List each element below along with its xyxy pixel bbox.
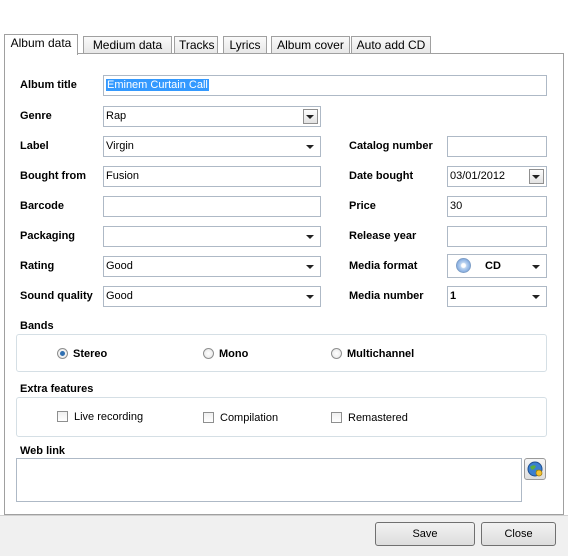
date-bought-value: 03/01/2012 bbox=[450, 170, 506, 182]
media-number-value: 1 bbox=[450, 290, 457, 302]
tab-medium-data[interactable]: Medium data bbox=[83, 36, 172, 54]
chevron-down-icon bbox=[306, 265, 314, 269]
tab-bar: Album data Medium data Tracks Lyrics Alb… bbox=[4, 34, 564, 55]
radio-icon bbox=[331, 348, 342, 359]
radio-mono[interactable]: Mono bbox=[203, 348, 248, 361]
chevron-down-icon bbox=[306, 235, 314, 239]
date-bought-picker[interactable]: 03/01/2012 bbox=[447, 166, 547, 187]
genre-dropdown-button[interactable] bbox=[303, 109, 318, 124]
rating-label: Rating bbox=[20, 260, 55, 272]
media-format-label: Media format bbox=[349, 260, 418, 272]
media-format-select[interactable]: CD bbox=[447, 254, 547, 278]
radio-multichannel[interactable]: Multichannel bbox=[331, 348, 414, 361]
catalog-number-input[interactable] bbox=[447, 136, 547, 157]
checkbox-icon bbox=[57, 411, 68, 422]
album-title-value: Eminem Curtain Call bbox=[106, 79, 209, 91]
radio-multichannel-label: Multichannel bbox=[347, 348, 415, 360]
radio-icon bbox=[203, 348, 214, 359]
sound-quality-value: Good bbox=[106, 290, 133, 302]
tab-album-data[interactable]: Album data bbox=[4, 34, 78, 55]
remastered-label: Remastered bbox=[348, 412, 408, 424]
label-value: Virgin bbox=[106, 140, 134, 152]
live-recording-label: Live recording bbox=[74, 411, 144, 423]
media-format-value: CD bbox=[485, 260, 501, 272]
cd-icon bbox=[456, 258, 471, 273]
extra-features-label: Extra features bbox=[20, 383, 94, 395]
album-title-label: Album title bbox=[20, 79, 77, 91]
catalog-number-label: Catalog number bbox=[349, 140, 433, 152]
tab-album-cover[interactable]: Album cover bbox=[271, 36, 350, 54]
chevron-down-icon bbox=[532, 175, 540, 179]
close-button[interactable]: Close bbox=[481, 522, 556, 546]
bands-label: Bands bbox=[20, 320, 54, 332]
sound-quality-label: Sound quality bbox=[20, 290, 93, 302]
release-year-input[interactable] bbox=[447, 226, 547, 247]
album-title-input[interactable]: Eminem Curtain Call bbox=[103, 75, 547, 96]
packaging-label: Packaging bbox=[20, 230, 76, 242]
checkbox-live-recording[interactable]: Live recording bbox=[57, 411, 143, 424]
radio-stereo-label: Stereo bbox=[73, 348, 108, 360]
bought-from-input[interactable]: Fusion bbox=[103, 166, 321, 187]
chevron-down-icon bbox=[532, 295, 540, 299]
label-select[interactable]: Virgin bbox=[103, 136, 321, 157]
price-input[interactable]: 30 bbox=[447, 196, 547, 217]
bought-from-label: Bought from bbox=[20, 170, 86, 182]
price-value: 30 bbox=[450, 200, 463, 212]
tab-lyrics[interactable]: Lyrics bbox=[223, 36, 267, 54]
date-bought-label: Date bought bbox=[349, 170, 414, 182]
save-button[interactable]: Save bbox=[375, 522, 475, 546]
checkbox-icon bbox=[203, 412, 214, 423]
radio-stereo[interactable]: Stereo bbox=[57, 348, 107, 361]
open-web-link-button[interactable] bbox=[524, 458, 546, 480]
chevron-down-icon bbox=[532, 265, 540, 269]
tab-tracks[interactable]: Tracks bbox=[174, 36, 218, 54]
barcode-input[interactable] bbox=[103, 196, 321, 217]
album-dialog: Album data Medium data Tracks Lyrics Alb… bbox=[0, 0, 568, 556]
genre-label: Genre bbox=[20, 110, 52, 122]
packaging-select[interactable] bbox=[103, 226, 321, 247]
media-number-select[interactable]: 1 bbox=[447, 286, 547, 307]
checkbox-icon bbox=[331, 412, 342, 423]
media-number-label: Media number bbox=[349, 290, 424, 302]
label-label: Label bbox=[20, 140, 49, 152]
checkbox-remastered[interactable]: Remastered bbox=[331, 412, 408, 425]
compilation-label: Compilation bbox=[220, 412, 279, 424]
chevron-down-icon bbox=[306, 145, 314, 149]
radio-mono-label: Mono bbox=[219, 348, 249, 360]
checkbox-compilation[interactable]: Compilation bbox=[203, 412, 278, 425]
price-label: Price bbox=[349, 200, 376, 212]
rating-select[interactable]: Good bbox=[103, 256, 321, 277]
date-dropdown-button[interactable] bbox=[529, 169, 544, 184]
barcode-label: Barcode bbox=[20, 200, 65, 212]
web-link-label: Web link bbox=[20, 445, 66, 457]
radio-selected-icon bbox=[57, 348, 68, 359]
chevron-down-icon bbox=[306, 115, 314, 119]
tab-auto-add-cd[interactable]: Auto add CD bbox=[351, 36, 431, 54]
rating-value: Good bbox=[106, 260, 133, 272]
release-year-label: Release year bbox=[349, 230, 417, 242]
chevron-down-icon bbox=[306, 295, 314, 299]
web-link-input[interactable] bbox=[16, 458, 522, 502]
genre-value: Rap bbox=[106, 110, 127, 122]
sound-quality-select[interactable]: Good bbox=[103, 286, 321, 307]
extra-features-group: Live recording Compilation Remastered bbox=[16, 397, 547, 437]
genre-select[interactable]: Rap bbox=[103, 106, 321, 127]
bands-group: Stereo Mono Multichannel bbox=[16, 334, 547, 372]
bought-from-value: Fusion bbox=[106, 170, 140, 182]
globe-icon bbox=[527, 461, 543, 477]
